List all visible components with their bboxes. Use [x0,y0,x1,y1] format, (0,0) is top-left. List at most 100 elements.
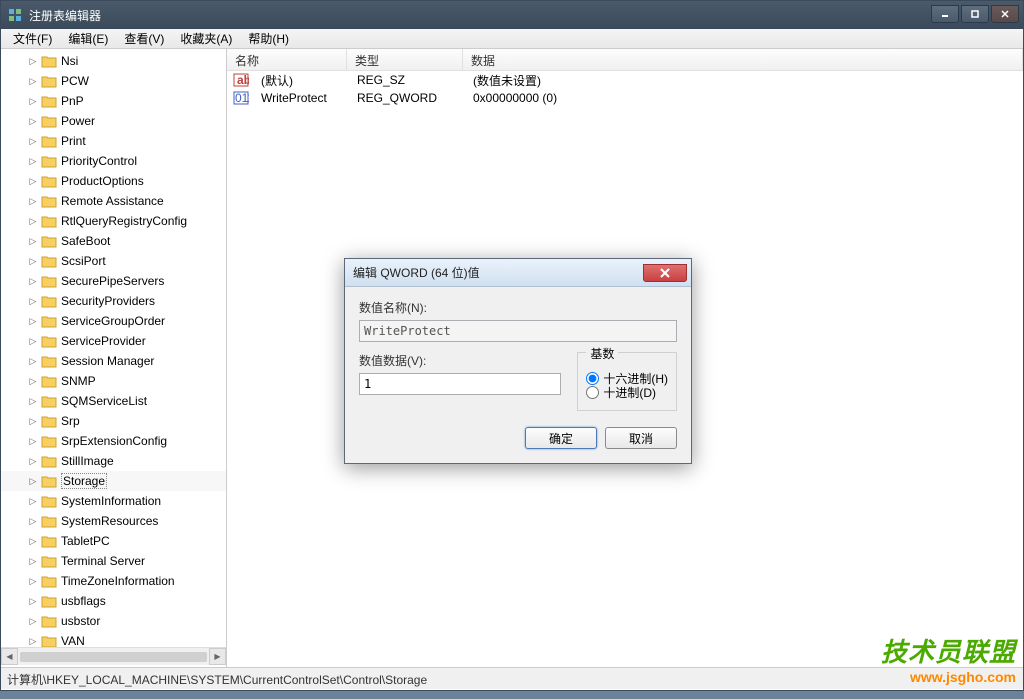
tree-item[interactable]: ▷TimeZoneInformation [1,571,226,591]
expander-icon[interactable]: ▷ [27,575,39,587]
expander-icon[interactable]: ▷ [27,535,39,547]
folder-icon [41,334,57,348]
tree-item[interactable]: ▷ SecurityProviders [1,291,226,311]
tree-item[interactable]: ▷Print [1,131,226,151]
folder-icon [41,454,57,468]
tree-item[interactable]: ▷VAN [1,631,226,647]
list-row[interactable]: ab(默认)REG_SZ(数值未设置) [227,71,1023,89]
expander-icon[interactable]: ▷ [27,55,39,67]
scroll-right-icon[interactable]: ▶ [209,648,226,665]
tree-item[interactable]: ▷ServiceGroupOrder [1,311,226,331]
expander-icon[interactable]: ▷ [27,255,39,267]
header-data[interactable]: 数据 [463,49,1023,70]
radix-hex-radio[interactable] [586,372,599,385]
menubar: 文件(F) 编辑(E) 查看(V) 收藏夹(A) 帮助(H) [1,29,1023,49]
ok-button[interactable]: 确定 [525,427,597,449]
expander-icon[interactable]: ▷ [27,555,39,567]
tree-item[interactable]: ▷usbflags [1,591,226,611]
folder-icon [41,594,57,608]
tree-item[interactable]: ▷SQMServiceList [1,391,226,411]
menu-help[interactable]: 帮助(H) [240,28,297,49]
tree-item-label: SecurityProviders [61,294,155,308]
expander-icon[interactable]: ▷ [27,435,39,447]
expander-icon[interactable]: ▷ [27,275,39,287]
expander-icon[interactable]: ▷ [27,175,39,187]
tree-item[interactable]: ▷usbstor [1,611,226,631]
tree-item-label: SrpExtensionConfig [61,434,167,448]
tree-pane: ▷Nsi▷PCW▷PnP▷Power▷Print▷PriorityControl… [1,49,227,667]
expander-icon[interactable]: ▷ [27,475,39,487]
expander-icon[interactable]: ▷ [27,395,39,407]
expander-icon[interactable]: ▷ [27,235,39,247]
tree-item[interactable]: ▷ Remote Assistance [1,191,226,211]
dialog-close-button[interactable] [643,264,687,282]
menu-file[interactable]: 文件(F) [5,28,60,49]
cancel-button[interactable]: 取消 [605,427,677,449]
list-body[interactable]: ab(默认)REG_SZ(数值未设置)011WriteProtectREG_QW… [227,71,1023,107]
tree-item[interactable]: ▷StillImage [1,451,226,471]
tree-item[interactable]: ▷Srp [1,411,226,431]
tree-item[interactable]: ▷ProductOptions [1,171,226,191]
tree-item[interactable]: ▷PCW [1,71,226,91]
data-field[interactable] [359,373,561,395]
tree-item[interactable]: ▷RtlQueryRegistryConfig [1,211,226,231]
expander-icon[interactable]: ▷ [27,155,39,167]
tree-item[interactable]: ▷ SrpExtensionConfig [1,431,226,451]
expander-icon[interactable]: ▷ [27,75,39,87]
horizontal-scrollbar[interactable]: ◀ ▶ [1,647,226,665]
scroll-left-icon[interactable]: ◀ [1,648,18,665]
tree-item[interactable]: ▷SNMP [1,371,226,391]
radix-group: 基数 十六进制(H) 十进制(D) [577,352,677,411]
tree-item-label: PnP [61,94,84,108]
expander-icon[interactable]: ▷ [27,295,39,307]
expander-icon[interactable]: ▷ [27,455,39,467]
folder-icon [41,94,57,108]
maximize-button[interactable] [961,5,989,23]
tree-item[interactable]: ▷SecurePipeServers [1,271,226,291]
dialog-titlebar[interactable]: 编辑 QWORD (64 位)值 [345,259,691,287]
tree-item[interactable]: ▷ServiceProvider [1,331,226,351]
expander-icon[interactable]: ▷ [27,195,39,207]
expander-icon[interactable]: ▷ [27,95,39,107]
expander-icon[interactable]: ▷ [27,335,39,347]
menu-favorites[interactable]: 收藏夹(A) [172,28,240,49]
header-name[interactable]: 名称 [227,49,347,70]
tree[interactable]: ▷Nsi▷PCW▷PnP▷Power▷Print▷PriorityControl… [1,49,226,647]
list-row[interactable]: 011WriteProtectREG_QWORD0x00000000 (0) [227,89,1023,107]
titlebar[interactable]: 注册表编辑器 [1,1,1023,29]
minimize-button[interactable] [931,5,959,23]
close-button[interactable] [991,5,1019,23]
tree-item[interactable]: ▷Terminal Server [1,551,226,571]
header-type[interactable]: 类型 [347,49,463,70]
menu-view[interactable]: 查看(V) [116,28,172,49]
expander-icon[interactable]: ▷ [27,115,39,127]
expander-icon[interactable]: ▷ [27,315,39,327]
expander-icon[interactable]: ▷ [27,615,39,627]
tree-item[interactable]: ▷PriorityControl [1,151,226,171]
expander-icon[interactable]: ▷ [27,495,39,507]
tree-item[interactable]: ▷Power [1,111,226,131]
menu-edit[interactable]: 编辑(E) [60,28,116,49]
expander-icon[interactable]: ▷ [27,215,39,227]
tree-item[interactable]: ▷TabletPC [1,531,226,551]
expander-icon[interactable]: ▷ [27,135,39,147]
tree-item[interactable]: ▷SystemResources [1,511,226,531]
radix-dec-radio[interactable] [586,386,599,399]
cell-data: (数值未设置) [465,72,549,89]
data-label: 数值数据(V): [359,352,561,369]
expander-icon[interactable]: ▷ [27,355,39,367]
scroll-thumb[interactable] [20,652,207,662]
tree-item-label: Remote Assistance [61,194,164,208]
expander-icon[interactable]: ▷ [27,595,39,607]
expander-icon[interactable]: ▷ [27,375,39,387]
expander-icon[interactable]: ▷ [27,635,39,647]
tree-item[interactable]: ▷ScsiPort [1,251,226,271]
tree-item[interactable]: ▷Nsi [1,51,226,71]
expander-icon[interactable]: ▷ [27,415,39,427]
tree-item[interactable]: ▷Session Manager [1,351,226,371]
tree-item[interactable]: ▷Storage [1,471,226,491]
expander-icon[interactable]: ▷ [27,515,39,527]
tree-item[interactable]: ▷SafeBoot [1,231,226,251]
tree-item[interactable]: ▷ PnP [1,91,226,111]
tree-item[interactable]: ▷SystemInformation [1,491,226,511]
